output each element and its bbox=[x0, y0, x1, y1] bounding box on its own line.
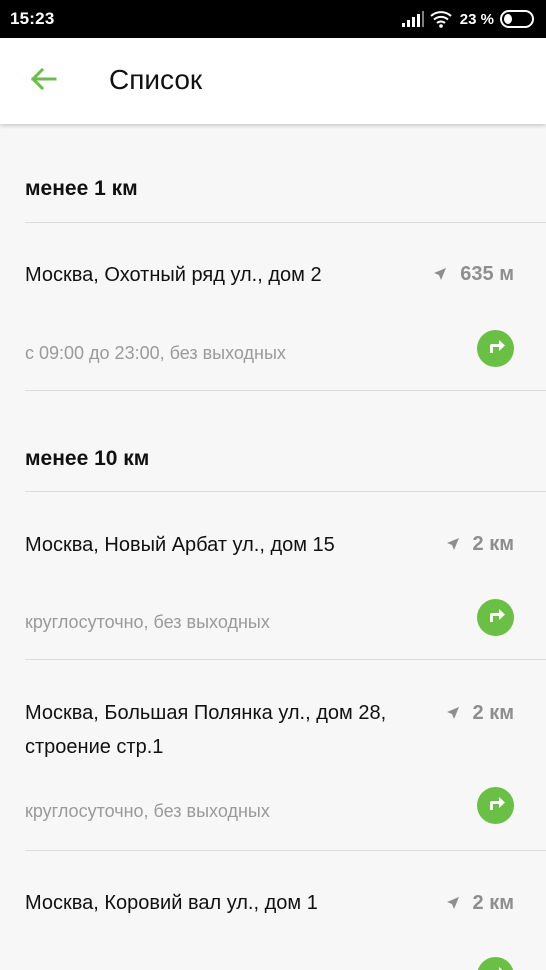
turn-right-icon bbox=[486, 337, 506, 360]
status-icons: 23 % bbox=[401, 10, 536, 28]
status-bar: 15:23 23 % bbox=[0, 0, 546, 38]
back-button[interactable] bbox=[22, 60, 64, 102]
distance-value: 2 км bbox=[472, 702, 514, 724]
divider bbox=[25, 491, 546, 492]
item-address: Москва, Новый Арбат ул., дом 15 bbox=[25, 534, 335, 556]
arrow-left-icon bbox=[29, 67, 57, 96]
item-address: Москва, Коровий вал ул., дом 1 bbox=[25, 892, 318, 914]
route-button[interactable] bbox=[477, 957, 514, 970]
item-distance: 2 км bbox=[446, 702, 514, 725]
divider bbox=[25, 222, 546, 223]
section-header: менее 1 км bbox=[25, 177, 138, 200]
turn-right-icon bbox=[486, 606, 506, 629]
status-time: 15:23 bbox=[10, 9, 55, 28]
distance-value: 635 м bbox=[460, 263, 514, 285]
section-header: менее 10 км bbox=[25, 447, 150, 470]
turn-right-icon bbox=[486, 964, 506, 970]
signal-icon bbox=[401, 11, 424, 27]
item-distance: 635 м bbox=[434, 263, 514, 286]
battery-icon bbox=[500, 10, 536, 28]
navigation-arrow-icon bbox=[446, 533, 459, 556]
item-address: Москва, Охотный ряд ул., дом 2 bbox=[25, 264, 322, 286]
divider bbox=[25, 659, 546, 660]
item-hours: круглосуточно, без выходных bbox=[25, 612, 270, 632]
distance-value: 2 км bbox=[472, 892, 514, 914]
navigation-arrow-icon bbox=[446, 892, 459, 915]
item-address: Москва, Большая Полянка ул., дом 28, стр… bbox=[25, 702, 387, 758]
route-button[interactable] bbox=[477, 330, 514, 367]
battery-percent: 23 % bbox=[459, 10, 494, 28]
divider bbox=[25, 850, 546, 851]
location-list[interactable]: менее 1 км Москва, Охотный ряд ул., дом … bbox=[0, 124, 546, 970]
turn-right-icon bbox=[486, 794, 506, 817]
route-button[interactable] bbox=[477, 787, 514, 824]
item-distance: 2 км bbox=[446, 533, 514, 556]
distance-value: 2 км bbox=[472, 533, 514, 555]
item-hours: круглосуточно, без выходных bbox=[25, 801, 270, 821]
wifi-icon bbox=[430, 10, 452, 28]
item-hours: с 09:00 до 23:00, без выходных bbox=[25, 343, 286, 363]
item-distance: 2 км bbox=[446, 892, 514, 915]
divider bbox=[25, 390, 546, 391]
navigation-arrow-icon bbox=[434, 263, 447, 286]
app-bar: Список bbox=[0, 38, 546, 124]
navigation-arrow-icon bbox=[446, 702, 459, 725]
route-button[interactable] bbox=[477, 599, 514, 636]
page-title: Список bbox=[109, 64, 203, 95]
